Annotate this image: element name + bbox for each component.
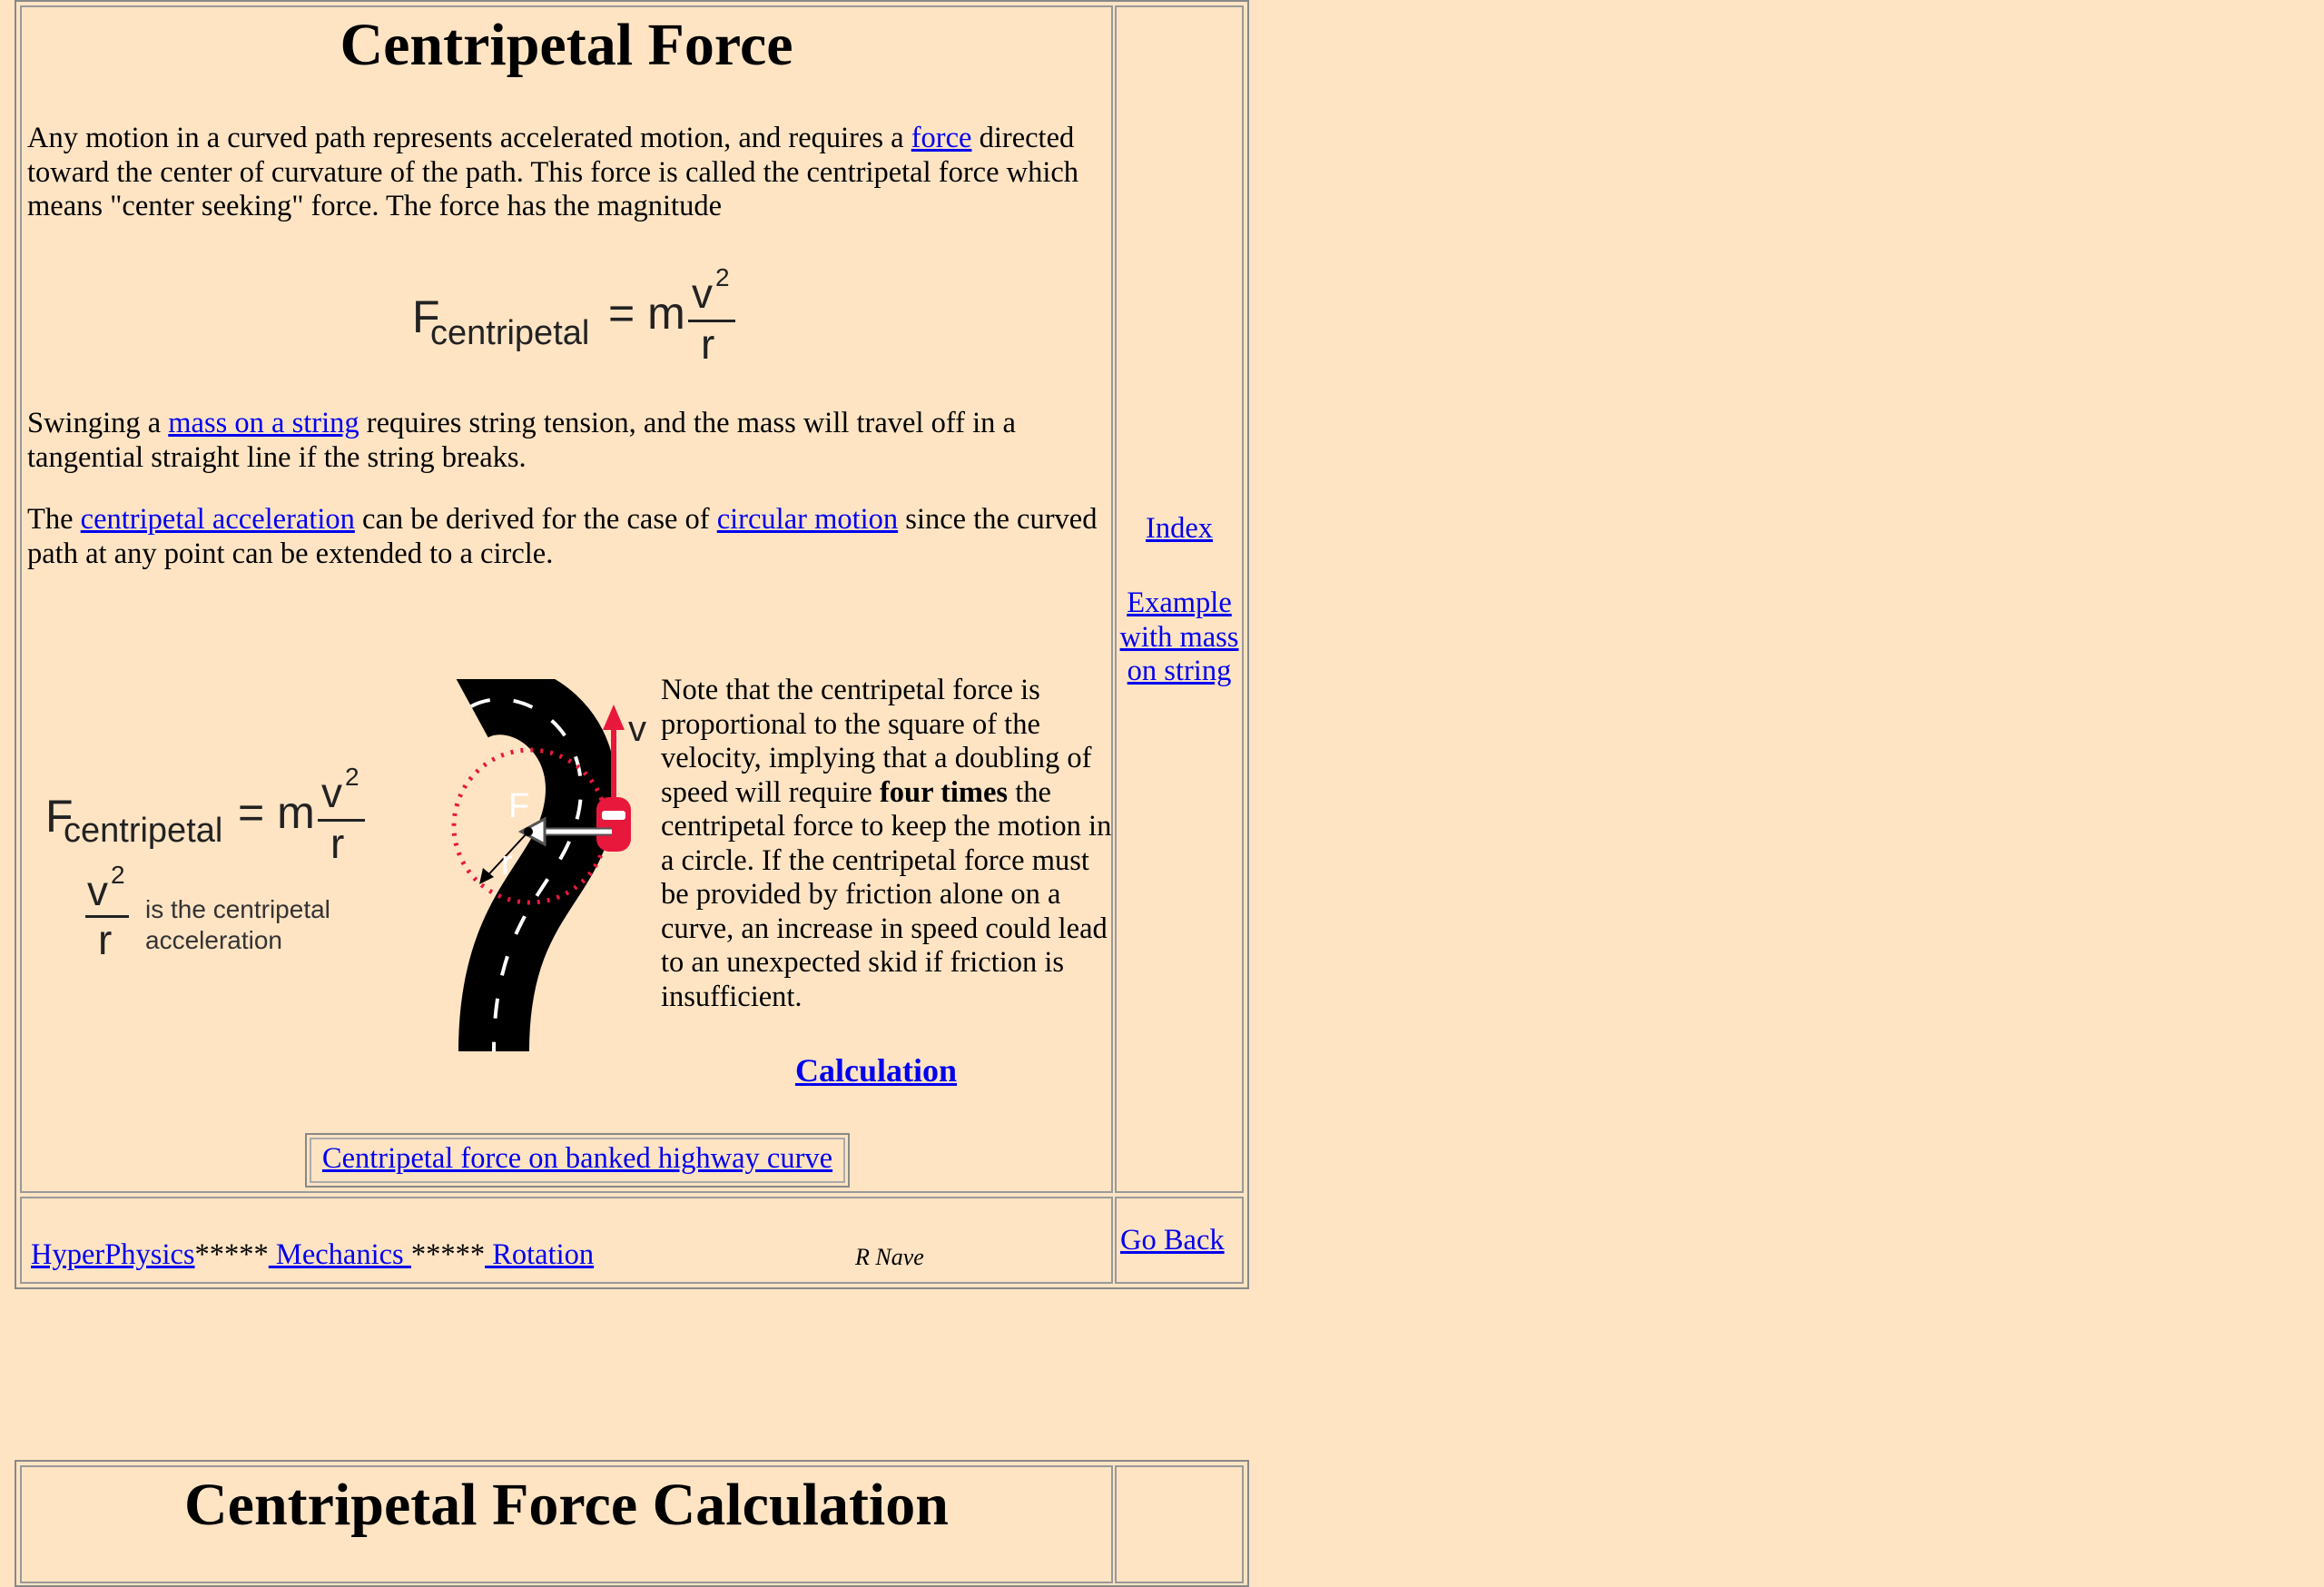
hyperphysics-link[interactable]: HyperPhysics [31,1238,195,1271]
car [596,797,631,852]
second-content-cell: Centripetal Force Calculation [20,1465,1113,1583]
author: R Nave [855,1244,924,1270]
label-F: F [508,787,529,825]
note-paragraph: Note that the centripetal force is propo… [661,674,1112,1013]
mass-on-string-link[interactable]: mass on a string [168,407,359,439]
centripetal-acceleration-link[interactable]: centripetal acceleration [81,503,355,536]
force-link[interactable]: force [911,122,972,154]
intro-paragraph: Any motion in a curved path represents a… [27,122,1079,222]
example-link[interactable]: Example with mass on string [1118,586,1240,689]
second-title: Centripetal Force Calculation [184,1472,949,1538]
banked-curve-box: Centripetal force on banked highway curv… [305,1133,850,1188]
rotation-link[interactable]: Rotation [485,1238,594,1271]
second-sidebar-cell [1115,1465,1244,1583]
mechanics-link[interactable]: Mechanics [269,1238,411,1271]
index-link[interactable]: Index [1117,512,1242,546]
circular-motion-link[interactable]: circular motion [717,503,898,536]
go-back-cell: Go Back [1115,1197,1244,1284]
label-v: v [628,709,646,749]
formula-diagram: F centripetal = m v 2 r v 2 r is the cen… [45,761,372,970]
accel-paragraph: The centripetal acceleration can be deri… [27,503,1098,570]
centripetal-formula: F centripetal = m v 2 r [412,263,757,368]
sidebar-cell: Index Example with mass on string [1115,5,1244,1193]
accel-label: is the centripetal [145,895,330,923]
breadcrumb: HyperPhysics***** Mechanics ***** Rotati… [31,1238,595,1271]
page-title: Centripetal Force [340,12,793,78]
banked-curve-link[interactable]: Centripetal force on banked highway curv… [307,1142,848,1176]
accel-label-2: acceleration [145,926,282,954]
calculation-link[interactable]: Calculation [795,1051,957,1089]
velocity-arrowhead [603,705,625,730]
road-curve-diagram: v F r [451,679,646,1052]
footer-cell: HyperPhysics***** Mechanics ***** Rotati… [20,1197,1113,1284]
go-back-link[interactable]: Go Back [1120,1224,1225,1257]
car-window [602,811,625,820]
string-paragraph: Swinging a mass on a string requires str… [27,407,1016,474]
label-r: r [501,844,513,882]
content-cell: Centripetal Force Any motion in a curved… [20,5,1113,1193]
